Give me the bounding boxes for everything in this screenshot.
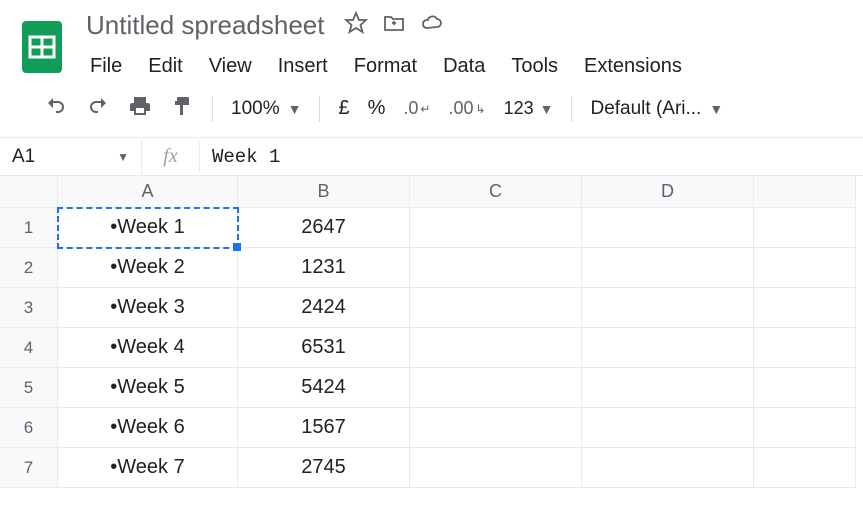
menu-file[interactable]: File <box>80 49 132 84</box>
move-to-folder-icon[interactable] <box>382 11 406 40</box>
column-header[interactable]: B <box>238 176 410 208</box>
cell-E4[interactable] <box>754 328 856 368</box>
sheets-logo[interactable] <box>16 11 68 81</box>
fx-label: fx <box>142 141 200 172</box>
cell-E5[interactable] <box>754 368 856 408</box>
row-header[interactable]: 2 <box>0 248 58 288</box>
row-header[interactable]: 7 <box>0 448 58 488</box>
cell-B3[interactable]: 2424 <box>238 288 410 328</box>
cell-C4[interactable] <box>410 328 582 368</box>
column-header[interactable]: A <box>58 176 238 208</box>
star-icon[interactable] <box>344 11 368 40</box>
menu-view[interactable]: View <box>199 49 262 84</box>
chevron-down-icon: ▼ <box>540 101 554 117</box>
row-header[interactable]: 5 <box>0 368 58 408</box>
select-all-corner[interactable] <box>0 176 58 208</box>
header: Untitled spreadsheet File Edit View Inse… <box>0 0 863 84</box>
row-header[interactable]: 6 <box>0 408 58 448</box>
cell-A7[interactable]: •Week 7 <box>58 448 238 488</box>
row-header[interactable]: 3 <box>0 288 58 328</box>
decrease-decimal-button[interactable]: .0 ↵ <box>403 98 430 119</box>
cell-E7[interactable] <box>754 448 856 488</box>
cell-E6[interactable] <box>754 408 856 448</box>
spreadsheet-grid: 1 2 3 4 5 6 7 A B C D •Week 1 2647 •Week… <box>0 176 863 488</box>
paint-format-icon[interactable] <box>170 94 194 123</box>
cell-E1[interactable] <box>754 208 856 248</box>
cell-B2[interactable]: 1231 <box>238 248 410 288</box>
chevron-down-icon: ▼ <box>288 101 302 117</box>
redo-icon[interactable] <box>86 94 110 123</box>
cell-E3[interactable] <box>754 288 856 328</box>
percent-button[interactable]: % <box>368 97 386 120</box>
cell-B1[interactable]: 2647 <box>238 208 410 248</box>
menu-format[interactable]: Format <box>344 49 427 84</box>
cell-A6[interactable]: •Week 6 <box>58 408 238 448</box>
cloud-status-icon[interactable] <box>420 11 444 40</box>
cell-D4[interactable] <box>582 328 754 368</box>
cell-D5[interactable] <box>582 368 754 408</box>
cell-B4[interactable]: 6531 <box>238 328 410 368</box>
cell-B5[interactable]: 5424 <box>238 368 410 408</box>
row-header[interactable]: 4 <box>0 328 58 368</box>
cell-A2[interactable]: •Week 2 <box>58 248 238 288</box>
menu-extensions[interactable]: Extensions <box>574 49 692 84</box>
menu-data[interactable]: Data <box>433 49 495 84</box>
formula-input[interactable]: Week 1 <box>200 140 863 174</box>
cell-D6[interactable] <box>582 408 754 448</box>
cell-D7[interactable] <box>582 448 754 488</box>
document-title[interactable]: Untitled spreadsheet <box>80 8 330 43</box>
cell-D2[interactable] <box>582 248 754 288</box>
cell-B7[interactable]: 2745 <box>238 448 410 488</box>
undo-icon[interactable] <box>44 94 68 123</box>
cell-C3[interactable] <box>410 288 582 328</box>
row-header[interactable]: 1 <box>0 208 58 248</box>
name-box[interactable]: A1 ▼ <box>0 140 142 174</box>
column-header[interactable] <box>754 176 856 208</box>
cell-A5[interactable]: •Week 5 <box>58 368 238 408</box>
menu-bar: File Edit View Insert Format Data Tools … <box>80 45 692 84</box>
increase-decimal-button[interactable]: .00 ↳ <box>448 98 485 119</box>
chevron-down-icon: ▼ <box>117 150 129 164</box>
cell-A1[interactable]: •Week 1 <box>58 208 238 248</box>
menu-tools[interactable]: Tools <box>501 49 568 84</box>
column-header[interactable]: D <box>582 176 754 208</box>
menu-edit[interactable]: Edit <box>138 49 192 84</box>
zoom-dropdown[interactable]: 100% ▼ <box>231 98 301 120</box>
cell-E2[interactable] <box>754 248 856 288</box>
number-format-dropdown[interactable]: 123 ▼ <box>504 98 554 119</box>
column-header[interactable]: C <box>410 176 582 208</box>
cell-C5[interactable] <box>410 368 582 408</box>
cell-C1[interactable] <box>410 208 582 248</box>
name-box-value: A1 <box>12 146 35 168</box>
cell-C6[interactable] <box>410 408 582 448</box>
cell-C2[interactable] <box>410 248 582 288</box>
font-dropdown[interactable]: Default (Ari... ▼ <box>590 98 723 120</box>
formula-bar-row: A1 ▼ fx Week 1 <box>0 138 863 176</box>
cell-D3[interactable] <box>582 288 754 328</box>
cell-A4[interactable]: •Week 4 <box>58 328 238 368</box>
zoom-value: 100% <box>231 98 280 120</box>
cell-C7[interactable] <box>410 448 582 488</box>
chevron-down-icon: ▼ <box>709 101 723 117</box>
print-icon[interactable] <box>128 94 152 123</box>
toolbar: 100% ▼ £ % .0 ↵ .00 ↳ 123 ▼ Default (Ari… <box>0 84 863 138</box>
cell-B6[interactable]: 1567 <box>238 408 410 448</box>
currency-button[interactable]: £ <box>338 97 349 120</box>
cell-D1[interactable] <box>582 208 754 248</box>
cell-A3[interactable]: •Week 3 <box>58 288 238 328</box>
menu-insert[interactable]: Insert <box>268 49 338 84</box>
